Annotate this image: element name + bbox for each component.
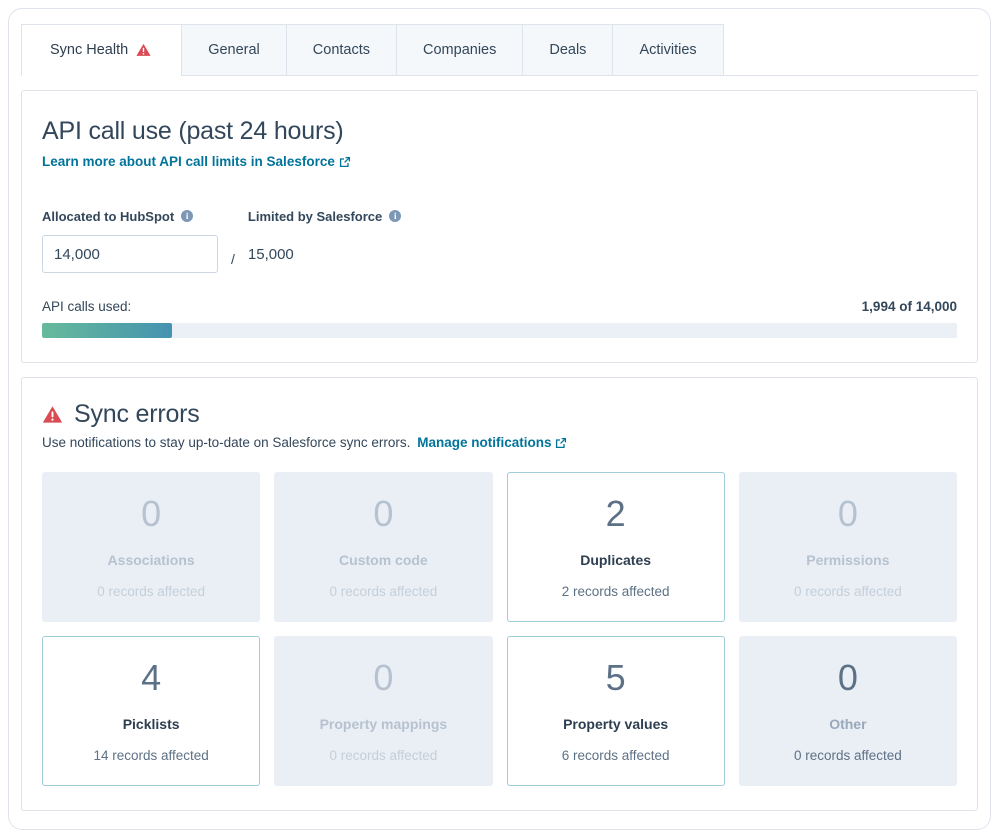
tab-companies[interactable]: Companies [396,24,523,76]
error-category-label: Duplicates [580,551,652,568]
tab-sync-health[interactable]: Sync Health [21,24,182,76]
error-count: 0 [837,492,858,534]
external-link-icon [339,156,351,168]
tab-contacts[interactable]: Contacts [285,24,397,76]
sync-error-card-picklists[interactable]: 4 Picklists 14 records affected [42,636,261,786]
sync-error-card-other[interactable]: 0 Other 0 records affected [738,636,957,786]
tab-label: Activities [639,42,697,58]
tab-label: General [208,42,260,58]
api-section-title: API call use (past 24 hours) [42,117,344,145]
sync-error-card-associations[interactable]: 0 Associations 0 records affected [42,472,261,622]
error-count: 0 [373,656,394,698]
manage-notifications-label: Manage notifications [417,435,552,450]
records-affected-label: 0 records affected [329,747,438,763]
tab-label: Companies [423,42,497,58]
sync-errors-title: Sync errors [74,400,200,428]
limited-by-salesforce-value: 15,000 [247,245,294,263]
tab-deals[interactable]: Deals [522,24,613,76]
manage-notifications-link[interactable]: Manage notifications [417,435,567,450]
info-icon-allocated[interactable]: i [181,210,194,222]
sync-error-card-permissions[interactable]: 0 Permissions 0 records affected [738,472,957,622]
error-category-label: Permissions [806,551,890,568]
tab-label: Sync Health [50,42,129,58]
limited-field-group: Limited by Salesforce i 15,000 [247,207,402,273]
sync-error-card-property-mappings[interactable]: 0 Property mappings 0 records affected [274,636,493,786]
sync-errors-description-text: Use notifications to stay up-to-date on … [42,435,411,450]
records-affected-label: 6 records affected [561,747,670,763]
error-category-label: Property values [563,715,669,732]
sync-errors-header: Sync errors [42,400,957,429]
records-affected-label: 0 records affected [329,583,438,599]
sync-errors-description: Use notifications to stay up-to-date on … [42,435,957,450]
records-affected-label: 0 records affected [97,583,206,599]
sync-error-card-property-values[interactable]: 5 Property values 6 records affected [506,636,725,786]
sync-errors-panel: Sync errors Use notifications to stay up… [21,377,978,811]
info-icon-limited[interactable]: i [389,210,402,222]
learn-more-api-limits-link[interactable]: Learn more about API call limits in Sale… [42,154,351,169]
sync-error-card-duplicates[interactable]: 2 Duplicates 2 records affected [506,472,725,622]
tab-label: Deals [549,42,587,58]
allocated-to-hubspot-input[interactable] [42,235,218,273]
external-link-icon [555,437,567,449]
error-count: 4 [141,656,162,698]
error-category-label: Custom code [339,551,428,568]
tab-bar: Sync Health General Contacts Companies Deals… [21,21,978,76]
error-count: 5 [605,656,626,698]
error-count: 2 [605,492,626,534]
api-call-use-panel: API call use (past 24 hours) Learn more … [21,90,978,363]
field-separator: / [231,251,235,267]
allocated-label: Allocated to HubSpot [42,208,175,224]
warning-triangle-icon [42,405,63,424]
tab-general[interactable]: General [181,24,286,76]
error-count: 0 [373,492,394,534]
records-affected-label: 14 records affected [93,747,209,763]
api-usage-row: API calls used: 1,994 of 14,000 [42,299,957,314]
records-affected-label: 2 records affected [561,583,670,599]
records-affected-label: 0 records affected [793,747,902,763]
limited-label-row: Limited by Salesforce i [247,207,402,225]
error-count: 0 [837,656,858,698]
settings-window: Sync Health General Contacts Companies Deals… [8,8,991,830]
error-category-label: Picklists [122,715,180,732]
tab-label: Contacts [312,42,371,58]
allocated-field-group: Allocated to HubSpot i [42,207,218,273]
api-calls-used-label: API calls used: [42,299,132,314]
error-category-label: Property mappings [319,715,448,732]
api-usage-progress-fill [42,323,172,338]
records-affected-label: 0 records affected [793,583,902,599]
sync-error-card-custom-code[interactable]: 0 Custom code 0 records affected [274,472,493,622]
warning-triangle-icon [136,43,151,57]
limited-label: Limited by Salesforce [247,208,383,224]
error-category-label: Other [829,715,867,732]
error-category-label: Associations [107,551,195,568]
sync-error-cards-grid: 0 Associations 0 records affected 0 Custom c… [42,472,957,786]
api-calls-used-count: 1,994 of 14,000 [861,299,957,314]
tab-activities[interactable]: Activities [612,24,724,76]
api-limit-fields: Allocated to HubSpot i / Limited by Sale… [42,207,957,273]
allocated-label-row: Allocated to HubSpot i [42,207,218,225]
api-usage-progress-bar [42,323,957,338]
error-count: 0 [141,492,162,534]
learn-more-label: Learn more about API call limits in Sale… [42,154,335,169]
